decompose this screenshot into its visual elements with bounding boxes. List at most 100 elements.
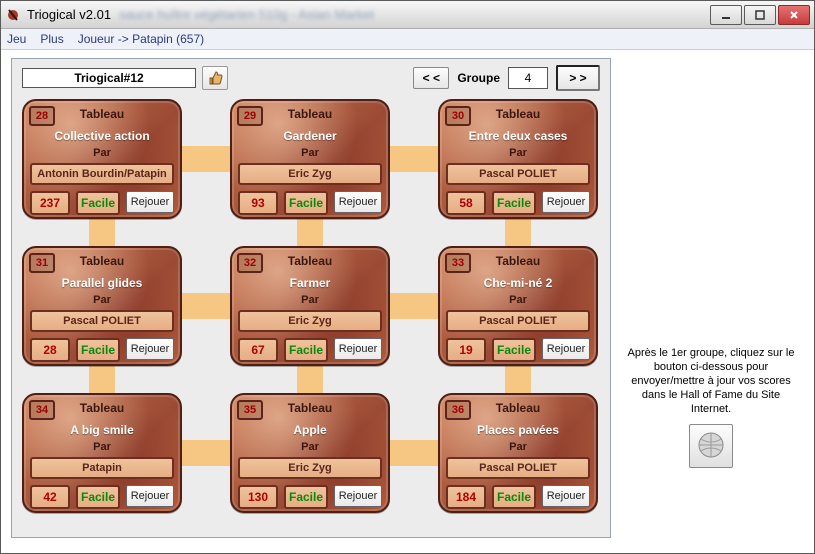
level-score: 93 bbox=[238, 191, 278, 215]
level-author: Eric Zyg bbox=[238, 163, 382, 185]
level-card[interactable]: 31 Tableau Parallel glides Par Pascal PO… bbox=[22, 246, 182, 366]
level-title: Parallel glides bbox=[30, 276, 174, 290]
menu-joueur[interactable]: Joueur -> Patapin (657) bbox=[78, 32, 204, 46]
panel-top-row: < < Groupe > > bbox=[22, 67, 600, 89]
level-title: Places pavées bbox=[446, 423, 590, 437]
level-difficulty: Facile bbox=[76, 338, 120, 362]
globe-icon bbox=[696, 430, 726, 463]
level-score: 130 bbox=[238, 485, 278, 509]
level-author: Pascal POLIET bbox=[446, 163, 590, 185]
level-difficulty: Facile bbox=[284, 485, 328, 509]
level-card[interactable]: 36 Tableau Places pavées Par Pascal POLI… bbox=[438, 393, 598, 513]
level-card[interactable]: 32 Tableau Farmer Par Eric Zyg 67 Facile… bbox=[230, 246, 390, 366]
level-panel: < < Groupe > > bbox=[11, 58, 611, 538]
tableau-label: Tableau bbox=[440, 254, 596, 268]
level-author: Antonin Bourdin/Patapin bbox=[30, 163, 174, 185]
tableau-label: Tableau bbox=[24, 254, 180, 268]
close-button[interactable] bbox=[778, 5, 810, 25]
replay-button[interactable]: Rejouer bbox=[126, 191, 174, 213]
par-label: Par bbox=[232, 294, 388, 306]
level-card[interactable]: 34 Tableau A big smile Par Patapin 42 Fa… bbox=[22, 393, 182, 513]
app-icon bbox=[5, 7, 21, 23]
level-author: Eric Zyg bbox=[238, 457, 382, 479]
tableau-label: Tableau bbox=[232, 107, 388, 121]
replay-button[interactable]: Rejouer bbox=[334, 338, 382, 360]
par-label: Par bbox=[440, 147, 596, 159]
level-title: Collective action bbox=[30, 129, 174, 143]
level-title: Gardener bbox=[238, 129, 382, 143]
level-author: Pascal POLIET bbox=[446, 310, 590, 332]
level-score: 28 bbox=[30, 338, 70, 362]
set-name-input[interactable] bbox=[22, 68, 196, 88]
maximize-button[interactable] bbox=[744, 5, 776, 25]
level-card[interactable]: 29 Tableau Gardener Par Eric Zyg 93 Faci… bbox=[230, 99, 390, 219]
tableau-label: Tableau bbox=[232, 254, 388, 268]
menu-jeu[interactable]: Jeu bbox=[7, 32, 26, 46]
par-label: Par bbox=[232, 147, 388, 159]
level-title: Entre deux cases bbox=[446, 129, 590, 143]
minimize-button[interactable] bbox=[710, 5, 742, 25]
level-score: 19 bbox=[446, 338, 486, 362]
client-area: < < Groupe > > bbox=[1, 50, 814, 546]
level-score: 42 bbox=[30, 485, 70, 509]
prev-group-button[interactable]: < < bbox=[413, 67, 449, 89]
titlebar: Triogical v2.01 sauce huître végétarien … bbox=[1, 1, 814, 29]
replay-button[interactable]: Rejouer bbox=[542, 485, 590, 507]
level-card[interactable]: 33 Tableau Che-mi-né 2 Par Pascal POLIET… bbox=[438, 246, 598, 366]
par-label: Par bbox=[440, 294, 596, 306]
level-score: 184 bbox=[446, 485, 486, 509]
replay-button[interactable]: Rejouer bbox=[126, 485, 174, 507]
next-group-button[interactable]: > > bbox=[556, 65, 600, 91]
app-window: Triogical v2.01 sauce huître végétarien … bbox=[0, 0, 815, 554]
tableau-label: Tableau bbox=[440, 401, 596, 415]
level-author: Pascal POLIET bbox=[30, 310, 174, 332]
level-bottom-row: 58 Facile Rejouer bbox=[446, 191, 590, 211]
level-title: Che-mi-né 2 bbox=[446, 276, 590, 290]
level-bottom-row: 184 Facile Rejouer bbox=[446, 485, 590, 505]
hof-instructions: Après le 1er groupe, cliquez sur le bout… bbox=[621, 346, 801, 416]
par-label: Par bbox=[440, 441, 596, 453]
tableau-label: Tableau bbox=[24, 107, 180, 121]
level-difficulty: Facile bbox=[76, 191, 120, 215]
window-title: Triogical v2.01 bbox=[27, 7, 111, 22]
replay-button[interactable]: Rejouer bbox=[542, 338, 590, 360]
level-grid: 28 Tableau Collective action Par Antonin… bbox=[22, 99, 598, 525]
par-label: Par bbox=[24, 147, 180, 159]
replay-button[interactable]: Rejouer bbox=[126, 338, 174, 360]
menu-plus[interactable]: Plus bbox=[40, 32, 63, 46]
level-difficulty: Facile bbox=[284, 191, 328, 215]
level-bottom-row: 93 Facile Rejouer bbox=[238, 191, 382, 211]
level-author: Pascal POLIET bbox=[446, 457, 590, 479]
level-card[interactable]: 28 Tableau Collective action Par Antonin… bbox=[22, 99, 182, 219]
replay-button[interactable]: Rejouer bbox=[542, 191, 590, 213]
level-difficulty: Facile bbox=[284, 338, 328, 362]
level-bottom-row: 42 Facile Rejouer bbox=[30, 485, 174, 505]
level-score: 58 bbox=[446, 191, 486, 215]
thumbs-up-button[interactable] bbox=[202, 66, 228, 90]
level-score: 237 bbox=[30, 191, 70, 215]
level-title: Farmer bbox=[238, 276, 382, 290]
tableau-label: Tableau bbox=[440, 107, 596, 121]
replay-button[interactable]: Rejouer bbox=[334, 191, 382, 213]
level-bottom-row: 19 Facile Rejouer bbox=[446, 338, 590, 358]
level-card[interactable]: 30 Tableau Entre deux cases Par Pascal P… bbox=[438, 99, 598, 219]
tableau-label: Tableau bbox=[24, 401, 180, 415]
level-difficulty: Facile bbox=[76, 485, 120, 509]
level-author: Patapin bbox=[30, 457, 174, 479]
level-bottom-row: 130 Facile Rejouer bbox=[238, 485, 382, 505]
upload-scores-button[interactable] bbox=[689, 424, 733, 468]
menubar: Jeu Plus Joueur -> Patapin (657) bbox=[1, 29, 814, 50]
group-label: Groupe bbox=[457, 71, 500, 85]
level-card[interactable]: 35 Tableau Apple Par Eric Zyg 130 Facile… bbox=[230, 393, 390, 513]
replay-button[interactable]: Rejouer bbox=[334, 485, 382, 507]
level-bottom-row: 67 Facile Rejouer bbox=[238, 338, 382, 358]
group-number-input[interactable] bbox=[508, 67, 548, 89]
par-label: Par bbox=[24, 294, 180, 306]
par-label: Par bbox=[232, 441, 388, 453]
window-buttons bbox=[710, 5, 810, 25]
level-title: Apple bbox=[238, 423, 382, 437]
level-difficulty: Facile bbox=[492, 338, 536, 362]
tableau-label: Tableau bbox=[232, 401, 388, 415]
level-title: A big smile bbox=[30, 423, 174, 437]
level-difficulty: Facile bbox=[492, 191, 536, 215]
